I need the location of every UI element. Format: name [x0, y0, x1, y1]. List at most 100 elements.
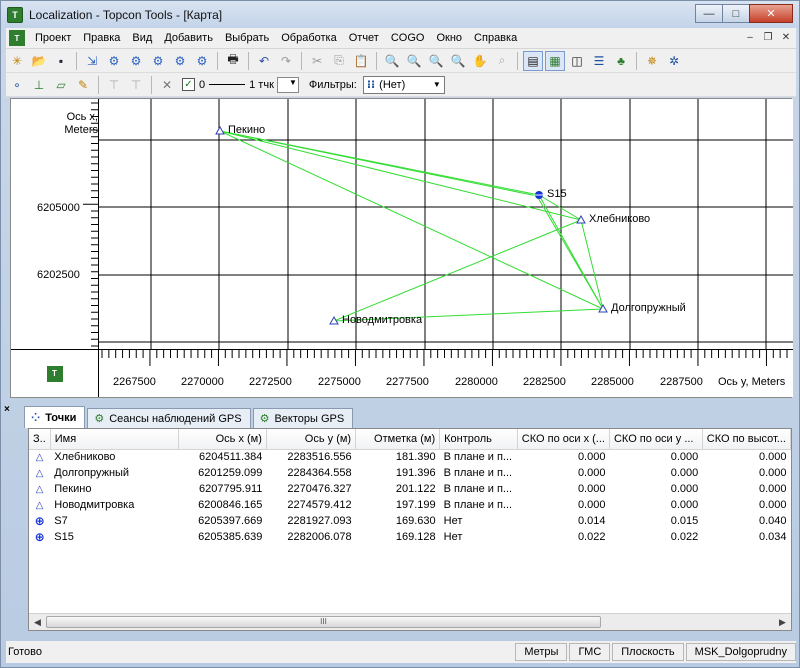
gps-vector-line[interactable] [219, 130, 538, 197]
adjust-icon[interactable]: ✲ [664, 51, 684, 71]
scroll-right-icon[interactable]: ▶ [774, 614, 791, 630]
menu-cogo[interactable]: COGO [385, 32, 431, 44]
tree-icon[interactable]: ♣ [611, 51, 631, 71]
cell-type: △ [29, 497, 50, 513]
menu-process[interactable]: Обработка [275, 32, 342, 44]
table-row[interactable]: △ Пекино 6207795.911 2270476.327 201.122 В пл… [29, 481, 791, 497]
menu-edit[interactable]: Правка [77, 32, 126, 44]
zoom-in-icon[interactable]: 🔍 [382, 51, 402, 71]
col-sd-x[interactable]: СКО по оси x (... [517, 429, 610, 450]
menu-window[interactable]: Окно [430, 32, 468, 44]
gps-vector-line[interactable] [219, 130, 604, 310]
cut-icon[interactable]: ✂ [307, 51, 327, 71]
scroll-left-icon[interactable]: ◀ [29, 614, 46, 630]
close-panel-icon[interactable]: × [4, 404, 10, 415]
map-view-icon[interactable]: T [46, 365, 63, 382]
zoom-out-icon[interactable]: 🔍 [404, 51, 424, 71]
col-elevation[interactable]: Отметка (м) [355, 429, 441, 450]
cell-y: 2284364.558 [287, 467, 352, 479]
tabular-view-icon[interactable]: ▤ [523, 50, 543, 71]
col-name[interactable]: Имя [50, 429, 180, 450]
control-point-marker[interactable] [598, 303, 608, 313]
map-view[interactable]: Ось x, Meters 6205000 6202500 Пекино S15 Х… [10, 98, 793, 398]
list-view-icon[interactable]: ☰ [589, 51, 609, 71]
tab-points[interactable]: ⁘ Точки [24, 406, 86, 428]
table-row[interactable]: ⊕ S15 6205385.639 2282006.078 169.128 Нет 0.02… [29, 529, 791, 545]
print-icon[interactable]: 🖶 [223, 51, 243, 71]
point-label: Новодмитровка [342, 314, 423, 326]
tab-gps-sessions[interactable]: ⚙ Сеансы наблюдений GPS [87, 408, 251, 428]
scroll-thumb[interactable]: III [46, 616, 601, 628]
table-row[interactable]: △ Долгопружный 6201259.099 2284364.558 191.3… [29, 465, 791, 481]
mdi-minimize-button[interactable]: – [742, 30, 758, 46]
col-x[interactable]: Ось x (м) [178, 429, 267, 450]
edit-tool-icon[interactable]: ✎ [73, 75, 93, 95]
control-point-marker[interactable] [215, 125, 225, 135]
snap-end-icon[interactable]: ⊤ [126, 75, 146, 95]
snap-tool-icon[interactable]: ⊤ [104, 75, 124, 95]
gps-vector-line[interactable] [580, 219, 604, 310]
filter-select[interactable]: ⁝⁝ (Нет) ▼ [362, 75, 445, 94]
cell-name: Хлебниково [54, 451, 116, 464]
gps-vector-line[interactable] [333, 219, 582, 322]
delete-icon[interactable]: ✕ [157, 75, 177, 95]
menu-select[interactable]: Выбрать [219, 32, 275, 44]
redo-icon[interactable]: ↷ [276, 51, 296, 71]
occupation-view-icon[interactable]: ◫ [567, 51, 587, 71]
tab-gps-vectors[interactable]: ⚙ Векторы GPS [252, 408, 354, 428]
zoom-extent-icon[interactable]: 🔍 [448, 51, 468, 71]
status-coordinate-system[interactable]: MSK_Dolgoprudny [685, 643, 796, 661]
gps-settings-icon[interactable]: ⚙ [192, 51, 212, 71]
maximize-button[interactable]: □ [722, 4, 750, 23]
save-icon[interactable]: ▪ [51, 51, 71, 71]
menu-report[interactable]: Отчет [343, 32, 385, 44]
col-sd-y[interactable]: СКО по оси y ... [609, 429, 703, 450]
col-control[interactable]: Контроль [439, 429, 518, 450]
mdi-restore-button[interactable]: ❐ [760, 30, 776, 46]
paste-icon[interactable]: 📋 [351, 51, 371, 71]
zoom-disabled-icon[interactable]: ⌕ [492, 51, 512, 71]
menu-view[interactable]: Вид [126, 32, 158, 44]
menu-add[interactable]: Добавить [158, 32, 219, 44]
cell-sh: 0.000 [758, 451, 787, 464]
x-tick-label: 2267500 [113, 376, 156, 388]
mdi-close-button[interactable]: ✕ [778, 30, 794, 46]
table-row[interactable]: △ Новодмитровка 6200846.165 2274579.412 197.… [29, 497, 791, 513]
polygon-tool-icon[interactable]: ▱ [51, 75, 71, 95]
table-row[interactable]: △ Хлебниково 6204511.384 2283516.556 181.390… [29, 449, 791, 465]
close-button[interactable]: ✕ [749, 4, 793, 23]
status-units[interactable]: Метры [515, 643, 568, 661]
gps-export-icon[interactable]: ⚙ [170, 51, 190, 71]
point-tool-icon[interactable]: ∘ [7, 75, 27, 95]
document-icon[interactable]: T [9, 30, 25, 46]
sparkle-icon[interactable]: ✳ [7, 51, 27, 71]
gps-process-icon[interactable]: ⚙ [126, 51, 146, 71]
menu-project[interactable]: Проект [29, 32, 77, 44]
col-sd-h[interactable]: СКО по высот... [702, 429, 791, 450]
copy-icon[interactable]: ⎘ [329, 51, 349, 71]
plot-area[interactable]: Пекино S15 Хлебниково Долгопружный Новодмитр… [99, 99, 793, 349]
chevron-down-icon[interactable]: ▼ [430, 77, 444, 93]
col-type[interactable]: З.. [29, 429, 51, 450]
x-axis-ticks [101, 350, 788, 366]
open-folder-icon[interactable]: 📂 [29, 51, 49, 71]
horizontal-scrollbar[interactable]: ◀ III ▶ [29, 613, 791, 630]
show-checkbox[interactable]: ✓ [182, 78, 195, 91]
status-projection[interactable]: Плоскость [612, 643, 684, 661]
menu-help[interactable]: Справка [468, 32, 523, 44]
map-view-icon[interactable]: ▦ [545, 50, 565, 71]
import-icon[interactable]: ⇲ [82, 51, 102, 71]
gps-adjust-icon[interactable]: ⚙ [148, 51, 168, 71]
pan-hand-icon[interactable]: ✋ [470, 51, 490, 71]
minimize-button[interactable]: — [695, 4, 723, 23]
process-gear-icon[interactable]: ✵ [642, 51, 662, 71]
status-angle-format[interactable]: ГМС [569, 643, 611, 661]
map-canvas[interactable]: Пекино S15 Хлебниково Долгопружный Новодмитр… [99, 99, 793, 349]
col-y[interactable]: Ось y (м) [266, 429, 357, 450]
zoom-window-icon[interactable]: 🔍 [426, 51, 446, 71]
line-style-select[interactable]: ▼ [276, 76, 299, 93]
table-row[interactable]: ⊕ S7 6205397.669 2281927.093 169.630 Нет 0.014… [29, 513, 791, 529]
undo-icon[interactable]: ↶ [254, 51, 274, 71]
gps-import-icon[interactable]: ⚙ [104, 51, 124, 71]
line-tool-icon[interactable]: ⊥ [29, 75, 49, 95]
